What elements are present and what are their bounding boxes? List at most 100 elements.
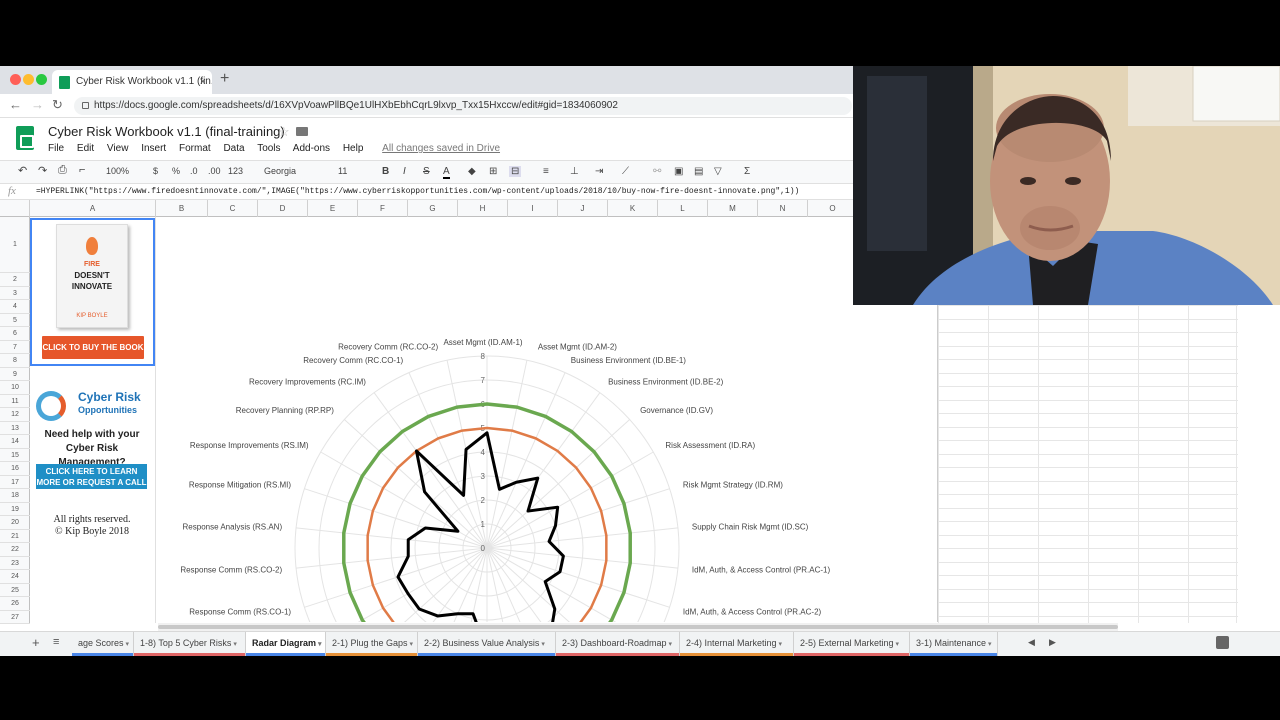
row-header[interactable]: 15	[0, 449, 30, 462]
row-header[interactable]: 4	[0, 300, 30, 314]
tab-menu-icon[interactable]: ▾	[124, 641, 129, 648]
borders-icon[interactable]: ⊞	[489, 166, 497, 177]
row-header[interactable]: 1	[0, 217, 30, 273]
tab-menu-icon[interactable]: ▾	[316, 641, 322, 648]
row-header[interactable]: 9	[0, 368, 30, 381]
sheets-logo-icon[interactable]	[16, 126, 34, 150]
row-header[interactable]: 23	[0, 557, 30, 570]
document-title[interactable]: Cyber Risk Workbook v1.1 (final-training…	[48, 124, 285, 139]
all-sheets-icon[interactable]: ≡	[53, 636, 59, 648]
merge-cells-icon[interactable]: ⊟	[509, 166, 522, 177]
link-icon[interactable]: ⚯	[653, 166, 661, 177]
column-header[interactable]: C	[208, 200, 258, 217]
column-header[interactable]: B	[156, 200, 208, 217]
tab-menu-icon[interactable]: ▾	[777, 641, 782, 648]
row-header[interactable]: 22	[0, 543, 30, 557]
horizontal-scrollbar[interactable]	[158, 623, 1118, 631]
row-header[interactable]: 25	[0, 584, 30, 597]
undo-icon[interactable]: ↶	[18, 164, 27, 177]
sheet-tab[interactable]: 2-3) Dashboard-Roadmap ▾	[556, 632, 680, 656]
column-header[interactable]: D	[258, 200, 308, 217]
column-header[interactable]: A	[30, 200, 156, 217]
add-sheet-icon[interactable]: +	[32, 635, 40, 650]
tab-menu-icon[interactable]: ▾	[408, 641, 413, 648]
row-header[interactable]: 21	[0, 530, 30, 543]
row-header[interactable]: 26	[0, 597, 30, 611]
menu-help[interactable]: Help	[343, 143, 364, 154]
maximize-window-icon[interactable]	[36, 74, 47, 85]
close-window-icon[interactable]	[10, 74, 21, 85]
row-header[interactable]: 13	[0, 422, 30, 435]
chart-icon[interactable]: ▤	[694, 166, 703, 177]
sheet-tab[interactable]: 2-5) External Marketing ▾	[794, 632, 910, 656]
row-header[interactable]: 2	[0, 273, 30, 287]
redo-icon[interactable]: ↷	[38, 164, 47, 177]
strikethrough-button[interactable]: S	[423, 166, 430, 177]
row-header[interactable]: 11	[0, 395, 30, 408]
zoom-select[interactable]: 100%	[106, 166, 129, 176]
column-header[interactable]: O	[808, 200, 858, 217]
menu-file[interactable]: File	[48, 143, 64, 154]
more-formats-button[interactable]: 123	[228, 166, 243, 176]
menu-addons[interactable]: Add-ons	[293, 143, 330, 154]
sheet-tab[interactable]: 2-1) Plug the Gaps ▾	[326, 632, 418, 656]
row-header[interactable]: 12	[0, 408, 30, 422]
align-left-icon[interactable]: ≡	[543, 166, 549, 177]
folder-icon[interactable]	[296, 127, 308, 136]
row-header[interactable]: 14	[0, 435, 30, 449]
sheet-tab[interactable]: Radar Diagram ▾	[246, 632, 326, 656]
comment-icon[interactable]: ▣	[674, 166, 683, 177]
row-header[interactable]: 8	[0, 354, 30, 368]
menu-insert[interactable]: Insert	[141, 143, 166, 154]
scrollbar-thumb[interactable]	[158, 625, 1118, 629]
vertical-align-icon[interactable]: ⊥	[570, 166, 579, 177]
text-rotate-icon[interactable]: ⟋	[622, 166, 629, 177]
increase-decimal-button[interactable]: .00	[208, 166, 221, 176]
row-header[interactable]: 10	[0, 381, 30, 395]
request-call-button[interactable]: CLICK HERE TO LEARN MORE OR REQUEST A CAL…	[36, 464, 147, 489]
functions-icon[interactable]: Σ	[744, 166, 750, 177]
menu-tools[interactable]: Tools	[257, 143, 280, 154]
tab-menu-icon[interactable]: ▾	[667, 641, 673, 648]
menu-format[interactable]: Format	[179, 143, 211, 154]
menu-data[interactable]: Data	[223, 143, 244, 154]
column-header[interactable]: N	[758, 200, 808, 217]
reload-icon[interactable]: ↻	[52, 97, 63, 113]
row-header[interactable]: 20	[0, 516, 30, 530]
new-tab-icon[interactable]: +	[220, 70, 229, 88]
url-field[interactable]: https://docs.google.com/spreadsheets/d/1…	[74, 97, 852, 115]
tab-menu-icon[interactable]: ▾	[539, 641, 545, 648]
column-header[interactable]: E	[308, 200, 358, 217]
filter-icon[interactable]: ▽	[714, 166, 722, 177]
menu-view[interactable]: View	[107, 143, 129, 154]
bold-button[interactable]: B	[382, 166, 389, 177]
tab-menu-icon[interactable]: ▾	[894, 641, 899, 648]
forward-icon[interactable]: →	[31, 97, 44, 112]
row-header[interactable]: 24	[0, 570, 30, 584]
tab-menu-icon[interactable]: ▾	[986, 641, 992, 648]
font-select[interactable]: Georgia	[264, 166, 296, 176]
row-header[interactable]: 3	[0, 287, 30, 300]
currency-format-button[interactable]: $	[153, 166, 158, 176]
row-header[interactable]: 5	[0, 314, 30, 327]
star-icon[interactable]: ☆	[278, 124, 290, 140]
column-header[interactable]: I	[508, 200, 558, 217]
sheet-tab[interactable]: age Scores ▾	[72, 632, 134, 656]
scroll-tabs-right-icon[interactable]: ▶	[1049, 637, 1056, 648]
sheet-tab[interactable]: 1-8) Top 5 Cyber Risks ▾	[134, 632, 246, 656]
print-icon[interactable]: ⎙	[58, 164, 67, 177]
back-icon[interactable]: ←	[9, 97, 22, 112]
column-header[interactable]: L	[658, 200, 708, 217]
row-header[interactable]: 7	[0, 341, 30, 354]
row-header[interactable]: 27	[0, 611, 30, 624]
sheet-tab[interactable]: 3-1) Maintenance ▾	[910, 632, 998, 656]
row-header[interactable]: 19	[0, 503, 30, 516]
text-wrap-icon[interactable]: ⇥	[595, 166, 603, 177]
row-header[interactable]: 16	[0, 462, 30, 476]
explore-icon[interactable]	[1216, 636, 1229, 649]
fill-color-icon[interactable]: ◆	[468, 166, 476, 177]
save-status[interactable]: All changes saved in Drive	[382, 143, 500, 154]
column-header[interactable]: H	[458, 200, 508, 217]
browser-tab[interactable]: Cyber Risk Workbook v1.1 (fin... ×	[52, 70, 212, 94]
italic-button[interactable]: I	[403, 166, 406, 177]
